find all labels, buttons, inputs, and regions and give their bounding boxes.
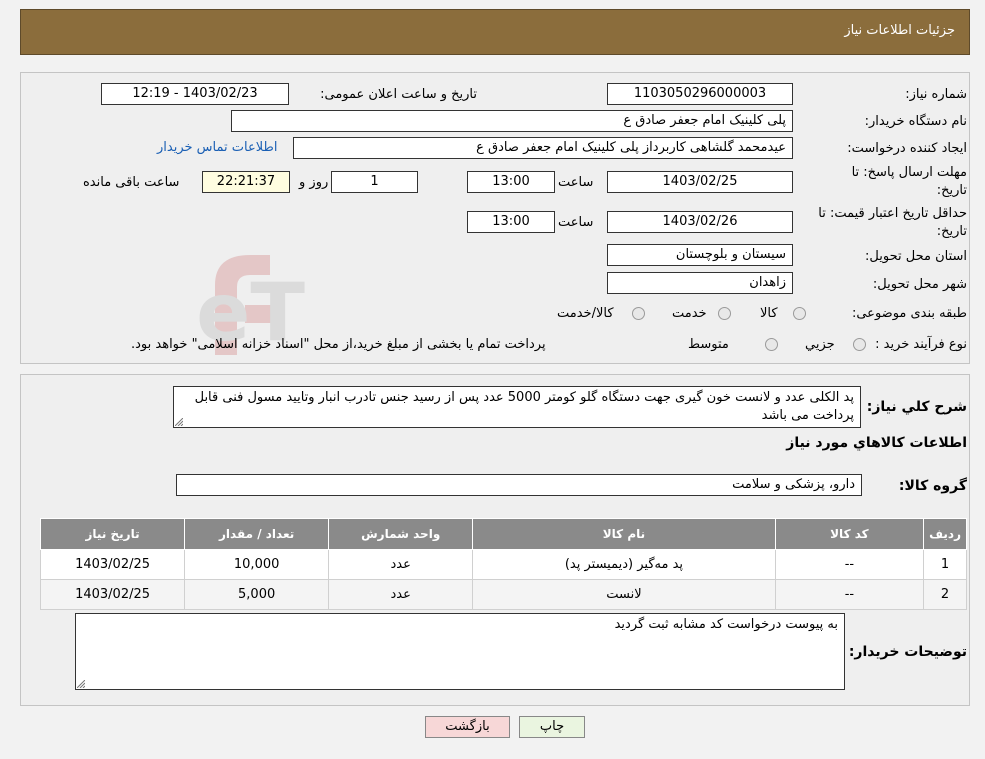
reply-deadline-label-2: تاریخ:: [936, 183, 967, 198]
cell-goods-code: --: [774, 549, 925, 580]
process-medium-radio[interactable]: [765, 338, 778, 351]
remaining-time-field: 22:21:37: [202, 171, 290, 193]
category-both-label: کالا/خدمت: [557, 306, 614, 321]
price-validity-label: حداقل تاریخ اعتبار قیمت: تا: [818, 206, 967, 221]
goods-info-heading: اطلاعات کالاهاي مورد نياز: [786, 435, 967, 451]
city-label: شهر محل تحویل:: [872, 277, 967, 292]
city-field: زاهدان: [607, 272, 793, 294]
category-both-radio[interactable]: [632, 307, 645, 320]
days-field: 1: [331, 171, 418, 193]
buyer-contact-link[interactable]: اطلاعات تماس خریدار: [157, 140, 277, 155]
cell-need-date: 1403/02/25: [39, 549, 186, 580]
province-label: استان محل تحویل:: [865, 249, 967, 264]
print-button[interactable]: چاپ: [519, 716, 585, 738]
cell-goods-code: --: [774, 579, 925, 610]
reply-time-label: ساعت: [558, 175, 594, 190]
province-field: سیستان و بلوچستان: [607, 244, 793, 266]
cell-goods-name: لانست: [472, 579, 776, 610]
need-number-label: شماره نیاز:: [905, 87, 967, 102]
table-header-row: ردیف کد کالا نام کالا واحد شمارش تعداد /…: [39, 518, 967, 550]
page-header: جزئیات اطلاعات نیاز: [20, 9, 970, 55]
cell-unit: عدد: [328, 549, 474, 580]
category-goods-radio[interactable]: [793, 307, 806, 320]
cell-goods-name: پد مه‌گیر (دیمیستر پد): [472, 549, 776, 580]
category-service-radio[interactable]: [718, 307, 731, 320]
category-goods-label: کالا: [760, 306, 778, 321]
days-label: روز و: [299, 175, 329, 190]
process-medium-label: متوسط: [688, 337, 729, 352]
reply-time-field: 13:00: [467, 171, 555, 193]
buyer-org-field: پلی کلینیک امام جعفر صادق ع: [231, 110, 793, 132]
col-unit: واحد شمارش: [328, 518, 474, 550]
cell-unit: عدد: [328, 579, 474, 610]
reply-deadline-label: مهلت ارسال پاسخ: تا: [851, 165, 967, 180]
col-goods-code: کد کالا: [774, 518, 925, 550]
back-button[interactable]: بازگشت: [425, 716, 510, 738]
validity-time-field: 13:00: [467, 211, 555, 233]
price-validity-label-2: تاریخ:: [936, 224, 967, 239]
resize-handle-icon[interactable]: [77, 680, 85, 688]
process-type-label: نوع فرآیند خرید :: [875, 337, 967, 352]
table-row: 2 -- لانست عدد 5,000 1403/02/25: [39, 579, 967, 610]
remaining-time-label: ساعت باقی مانده: [83, 175, 180, 190]
goods-table: ردیف کد کالا نام کالا واحد شمارش تعداد /…: [39, 518, 967, 610]
general-desc-text: پد الکلی عدد و لانست خون گیری جهت دستگاه…: [194, 390, 854, 423]
goods-group-field: دارو، پزشکی و سلامت: [176, 474, 862, 496]
cell-row-number: 2: [923, 579, 967, 610]
requester-field: عیدمحمد گلشاهی کاربرداز پلی کلینیک امام …: [293, 137, 793, 159]
col-quantity: تعداد / مقدار: [184, 518, 330, 550]
category-service-label: خدمت: [672, 306, 707, 321]
general-desc-label: شرح کلي نياز:: [866, 399, 967, 415]
cell-quantity: 5,000: [184, 579, 330, 610]
cell-quantity: 10,000: [184, 549, 330, 580]
buyer-notes-text: به پیوست درخواست کد مشابه ثبت گردید: [614, 617, 838, 632]
page-title: جزئیات اطلاعات نیاز: [844, 23, 955, 38]
general-desc-textarea[interactable]: پد الکلی عدد و لانست خون گیری جهت دستگاه…: [173, 386, 861, 428]
buyer-notes-label: توضیحات خریدار:: [848, 644, 967, 660]
col-goods-name: نام کالا: [472, 518, 776, 550]
validity-time-label: ساعت: [558, 215, 594, 230]
treasury-note: پرداخت تمام یا بخشی از مبلغ خرید،از محل …: [131, 337, 546, 352]
reply-date-field: 1403/02/25: [607, 171, 793, 193]
need-number-field: 1103050296000003: [607, 83, 793, 105]
requester-label: ایجاد کننده درخواست:: [847, 141, 967, 156]
process-minor-label: جزیي: [805, 337, 835, 352]
table-row: 1 -- پد مه‌گیر (دیمیستر پد) عدد 10,000 1…: [39, 549, 967, 580]
cell-need-date: 1403/02/25: [39, 579, 186, 610]
category-label: طبقه بندی موضوعی:: [851, 306, 967, 321]
validity-date-field: 1403/02/26: [607, 211, 793, 233]
buyer-notes-textarea[interactable]: به پیوست درخواست کد مشابه ثبت گردید: [75, 613, 845, 690]
announce-datetime-field: 1403/02/23 - 12:19: [101, 83, 289, 105]
announce-datetime-label: تاریخ و ساعت اعلان عمومی:: [320, 87, 477, 102]
process-minor-radio[interactable]: [853, 338, 866, 351]
resize-handle-icon[interactable]: [175, 418, 183, 426]
col-need-date: تاریخ نیاز: [39, 518, 186, 550]
goods-group-label: گروه کالا:: [898, 478, 967, 494]
col-row-number: ردیف: [923, 518, 967, 550]
cell-row-number: 1: [923, 549, 967, 580]
buyer-org-label: نام دستگاه خریدار:: [864, 114, 967, 129]
